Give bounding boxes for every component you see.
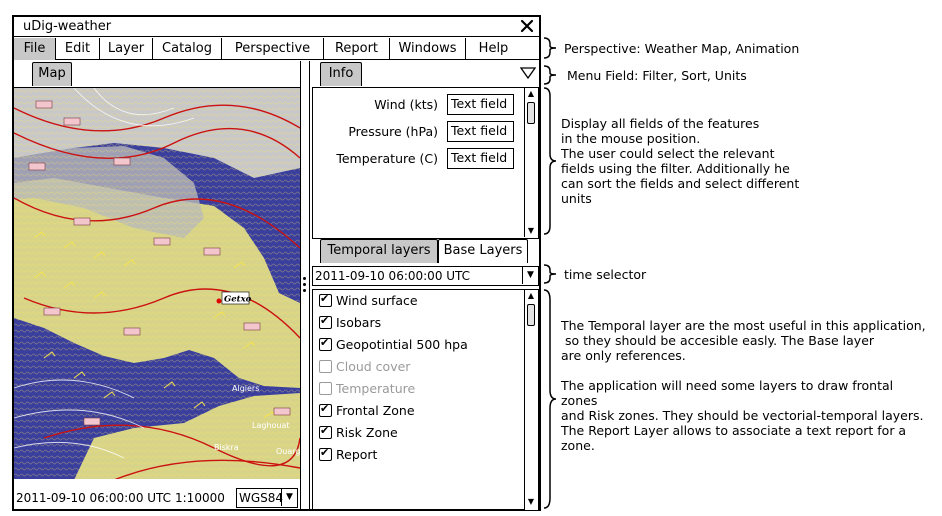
ouargla-label: Ouarg: [276, 447, 300, 456]
crs-value: WGS84: [239, 491, 284, 505]
biskra-label: Biskra: [214, 443, 239, 452]
menu-catalog[interactable]: Catalog: [153, 38, 222, 60]
layer-name: Cloud cover: [336, 359, 411, 374]
scroll-thumb[interactable]: [527, 102, 535, 124]
weather-map[interactable]: Getxo Algiers Laghouat Biskra Ouarg: [14, 87, 300, 479]
window-title: uDig-weather: [23, 19, 112, 34]
tab-temporal-layers[interactable]: Temporal layers: [320, 239, 438, 263]
map-canvas: Getxo Algiers Laghouat Biskra Ouarg: [14, 88, 300, 479]
close-icon[interactable]: [519, 18, 535, 34]
field-label: Temperature (C): [336, 151, 438, 166]
layer-name: Geopotintial 500 hpa: [336, 337, 468, 352]
getxo-label: Getxo: [224, 295, 252, 305]
layer-name: Report: [336, 447, 378, 462]
scroll-down-icon[interactable]: ▼: [525, 225, 537, 237]
layer-name: Isobars: [336, 315, 382, 330]
field-label: Wind (kts): [374, 97, 438, 112]
note-info: Display all fields of the features in th…: [561, 116, 800, 206]
tab-base-layers[interactable]: Base Layers: [438, 239, 528, 263]
laghouat-label: Laghouat: [252, 421, 290, 430]
crs-select[interactable]: WGS84 ▼: [236, 488, 298, 508]
scroll-up-icon[interactable]: ▲: [525, 290, 537, 302]
scroll-down-icon[interactable]: ▼: [525, 496, 537, 508]
brace-icon: [543, 289, 557, 509]
map-scale: 1:10000: [175, 491, 225, 505]
checkbox[interactable]: [319, 336, 332, 351]
algiers-label: Algiers: [232, 384, 259, 393]
menu-file[interactable]: File: [14, 38, 56, 60]
brace-icon: [543, 65, 557, 85]
vertical-splitter[interactable]: [300, 61, 310, 509]
brace-icon: [543, 264, 557, 284]
application-window: uDig-weather File Edit Layer Catalog Per…: [12, 15, 541, 511]
menu-edit[interactable]: Edit: [56, 38, 100, 60]
tab-map[interactable]: Map: [32, 62, 72, 86]
view-menu-icon[interactable]: [520, 67, 536, 79]
menu-bar: File Edit Layer Catalog Perspective Repo…: [14, 38, 539, 60]
note-perspective: Perspective: Weather Map, Animation: [564, 41, 800, 56]
layer-name: Risk Zone: [336, 425, 398, 440]
temperature-field[interactable]: Text field: [447, 148, 514, 169]
menu-help[interactable]: Help: [466, 38, 521, 60]
time-selector[interactable]: 2011-09-10 06:00:00 UTC ▼: [312, 266, 539, 286]
field-label: Pressure (hPa): [348, 124, 438, 139]
note-layers: The Temporal layer are the most useful i…: [561, 318, 926, 453]
pressure-field[interactable]: Text field: [447, 121, 514, 142]
info-scrollbar[interactable]: ▲ ▼: [524, 88, 538, 237]
layer-name: Temperature: [336, 381, 416, 396]
brace-icon: [543, 87, 557, 235]
layers-scrollbar[interactable]: ▲ ▼: [524, 290, 538, 510]
map-time: 2011-09-10 06:00:00 UTC: [16, 491, 172, 505]
time-selector-value: 2011-09-10 06:00:00 UTC: [315, 269, 471, 283]
menu-layer[interactable]: Layer: [100, 38, 153, 60]
scroll-up-icon[interactable]: ▲: [525, 88, 537, 100]
field-row-temperature: Temperature (C) Text field: [313, 148, 524, 170]
checkbox[interactable]: [319, 292, 332, 307]
scroll-thumb[interactable]: [527, 304, 535, 326]
field-row-pressure: Pressure (hPa) Text field: [313, 121, 524, 143]
menu-report[interactable]: Report: [324, 38, 390, 60]
checkbox[interactable]: [319, 424, 332, 439]
tab-info[interactable]: Info: [320, 62, 362, 86]
checkbox[interactable]: [319, 446, 332, 461]
field-row-wind: Wind (kts) Text field: [313, 94, 524, 116]
chevron-down-icon[interactable]: ▼: [522, 267, 538, 284]
title-bar: uDig-weather: [14, 17, 539, 37]
menu-windows[interactable]: Windows: [390, 38, 466, 60]
menu-perspective[interactable]: Perspective: [222, 38, 324, 60]
note-time-selector: time selector: [564, 267, 647, 282]
checkbox[interactable]: [319, 382, 332, 395]
layer-name: Frontal Zone: [336, 403, 415, 418]
layer-name: Wind surface: [336, 293, 418, 308]
getxo-marker: [216, 298, 222, 304]
layers-list: Wind surface Isobars Geopotintial 500 hp…: [312, 289, 539, 510]
checkbox[interactable]: [319, 314, 332, 329]
checkbox[interactable]: [319, 402, 332, 417]
info-panel: Wind (kts) Text field Pressure (hPa) Tex…: [312, 87, 539, 239]
map-status-bar: 2011-09-10 06:00:00 UTC 1:10000 WGS84 ▼: [14, 487, 300, 509]
note-menu-field: Menu Field: Filter, Sort, Units: [567, 68, 747, 83]
wind-field[interactable]: Text field: [447, 94, 514, 115]
chevron-down-icon[interactable]: ▼: [281, 489, 297, 506]
checkbox[interactable]: [319, 360, 332, 373]
brace-icon: [543, 37, 557, 59]
